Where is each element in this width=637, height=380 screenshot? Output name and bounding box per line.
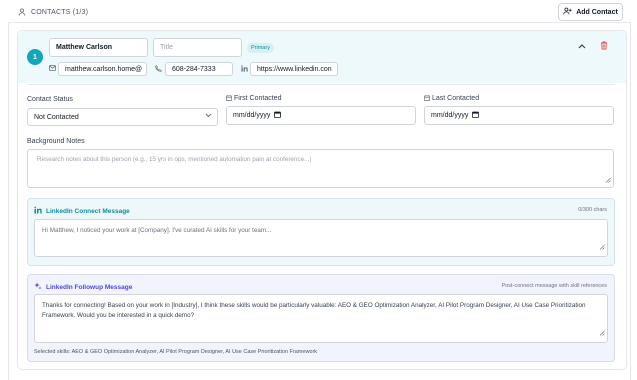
section-title: CONTACTS (1/3) [18, 8, 88, 16]
followup-message-text: Thanks for connecting! Based on your wor… [42, 302, 586, 319]
contact-phone-input[interactable]: 608-284-7333 [165, 62, 233, 76]
add-contact-label: Add Contact [576, 8, 618, 16]
trash-icon[interactable] [600, 41, 608, 52]
followup-message-hint: Post-connect message with skill referenc… [501, 283, 607, 289]
person-icon [18, 8, 26, 16]
followup-message-header: LinkedIn Followup Message [34, 282, 132, 292]
linkedin-icon [241, 65, 248, 74]
background-notes-placeholder: Research notes about this person (e.g., … [37, 156, 312, 163]
connect-message-text: Hi Matthew, I noticed your work at [Comp… [42, 227, 272, 234]
background-notes-label: Background Notes [27, 138, 85, 145]
connect-message-header: LinkedIn Connect Message [34, 206, 130, 216]
background-notes-textarea[interactable]: Research notes about this person (e.g., … [27, 149, 614, 188]
first-contacted-label: First Contacted [226, 95, 281, 103]
contact-status-value: Not Contacted [34, 113, 79, 121]
first-contacted-text: First Contacted [234, 95, 282, 102]
contact-title-input[interactable]: Title [153, 38, 242, 57]
followup-message-title: LinkedIn Followup Message [46, 283, 133, 291]
last-contacted-label: Last Contacted [424, 95, 479, 103]
first-contacted-value: mm/dd/yyyy [233, 112, 271, 119]
contact-email-input[interactable]: matthew.carlson.home@ [58, 62, 147, 76]
first-contacted-date-input[interactable]: mm/dd/yyyy [226, 106, 416, 125]
connect-message-textarea[interactable]: Hi Matthew, I noticed your work at [Comp… [34, 219, 608, 257]
calendar-icon[interactable] [274, 111, 282, 120]
add-contact-button[interactable]: Add Contact [558, 3, 623, 21]
linkedin-icon [34, 206, 42, 216]
mail-icon [49, 65, 56, 73]
resize-handle-icon[interactable] [599, 244, 605, 254]
resize-handle-icon[interactable] [599, 330, 605, 340]
chevron-down-icon [205, 113, 212, 120]
last-contacted-value: mm/dd/yyyy [431, 112, 469, 119]
selected-skills-text: Selected skills: AEO & GEO Optimization … [34, 349, 318, 355]
sparkle-icon [34, 282, 42, 292]
calendar-icon[interactable] [472, 111, 480, 120]
last-contacted-text: Last Contacted [432, 95, 480, 102]
primary-badge: Primary [247, 43, 274, 53]
connect-message-title: LinkedIn Connect Message [46, 207, 130, 215]
user-plus-icon [563, 7, 572, 17]
resize-handle-icon[interactable] [605, 177, 611, 185]
linkedin-connect-panel: LinkedIn Connect Message 0/300 chars Hi … [27, 198, 615, 266]
calendar-icon [226, 95, 232, 103]
contact-index-badge: 1 [27, 49, 43, 65]
connect-char-count: 0/300 chars [578, 207, 607, 213]
section-title-text: CONTACTS (1/3) [31, 8, 89, 16]
divider [28, 84, 615, 85]
followup-message-textarea[interactable]: Thanks for connecting! Based on your wor… [34, 294, 608, 343]
phone-icon [155, 65, 162, 74]
contact-linkedin-input[interactable]: https://www.linkedin.con [250, 62, 338, 76]
contact-name-input[interactable]: Matthew Carlson [49, 38, 148, 57]
contact-status-select[interactable]: Not Contacted [27, 108, 218, 126]
last-contacted-date-input[interactable]: mm/dd/yyyy [424, 106, 614, 125]
calendar-icon [424, 95, 430, 103]
chevron-up-icon[interactable] [578, 42, 586, 51]
contact-status-label: Contact Status [27, 96, 73, 103]
